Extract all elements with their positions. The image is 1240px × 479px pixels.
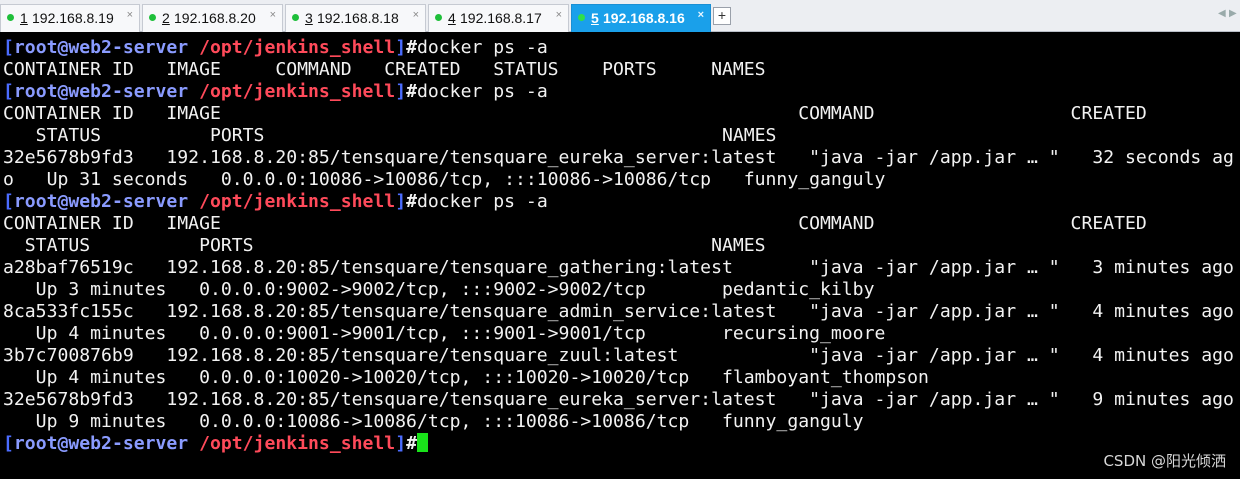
prompt-hash: #	[406, 191, 417, 212]
prompt-hash: #	[406, 37, 417, 58]
scroll-tabs-right-icon[interactable]: ▶	[1229, 8, 1237, 19]
session-tab-3[interactable]: 3 192.168.8.18 ×	[285, 4, 426, 32]
prompt-line: [root@web2-server /opt/jenkins_shell]#do…	[3, 191, 548, 213]
session-tab-4[interactable]: 4 192.168.8.17 ×	[428, 4, 569, 32]
tab-close-icon[interactable]: ×	[698, 2, 704, 28]
output-line: CONTAINER ID IMAGE COMMAND CREATED	[3, 103, 1147, 124]
prompt-user-host: root@web2-server	[13, 191, 189, 212]
prompt-bracket: [	[3, 191, 14, 212]
output-line: a28baf76519c 192.168.8.20:85/tensquare/t…	[3, 257, 1234, 278]
output-line: STATUS PORTS NAMES	[3, 125, 777, 146]
tab-number: 1	[20, 10, 28, 26]
command-text: docker ps -a	[417, 37, 548, 58]
command-text: docker ps -a	[417, 191, 548, 212]
output-line: Up 4 minutes 0.0.0.0:9001->9001/tcp, :::…	[3, 323, 886, 344]
tab-close-icon[interactable]: ×	[556, 2, 562, 28]
tab-host-label: 192.168.8.16	[603, 10, 685, 26]
prompt-user-host: root@web2-server	[13, 81, 189, 102]
prompt-line: [root@web2-server /opt/jenkins_shell]#do…	[3, 37, 548, 59]
tab-host-label: 192.168.8.17	[460, 10, 542, 26]
terminal-output[interactable]: [root@web2-server /opt/jenkins_shell]#do…	[3, 37, 1240, 479]
session-tab-5-active[interactable]: 5 192.168.8.16 ×	[571, 4, 711, 32]
tab-host-label: 192.168.8.19	[32, 10, 114, 26]
session-tab-2[interactable]: 2 192.168.8.20 ×	[142, 4, 283, 32]
prompt-line-current: [root@web2-server /opt/jenkins_shell]#	[3, 433, 428, 455]
prompt-path: /opt/jenkins_shell	[188, 81, 396, 102]
terminal-cursor[interactable]	[417, 433, 428, 452]
prompt-path: /opt/jenkins_shell	[188, 37, 396, 58]
connected-status-icon	[292, 14, 299, 21]
command-text: docker ps -a	[417, 81, 548, 102]
prompt-path: /opt/jenkins_shell	[188, 191, 396, 212]
prompt-line: [root@web2-server /opt/jenkins_shell]#do…	[3, 81, 548, 103]
session-tab-1[interactable]: 1 192.168.8.19 ×	[0, 4, 140, 32]
prompt-path: /opt/jenkins_shell	[188, 433, 396, 454]
tab-host-label: 192.168.8.20	[174, 10, 256, 26]
connected-status-icon	[149, 14, 156, 21]
output-line: Up 3 minutes 0.0.0.0:9002->9002/tcp, :::…	[3, 279, 875, 300]
tab-number: 5	[591, 10, 599, 26]
prompt-hash: #	[406, 81, 417, 102]
tab-host-label: 192.168.8.18	[317, 10, 399, 26]
prompt-bracket: ]	[395, 37, 407, 58]
output-line: 32e5678b9fd3 192.168.8.20:85/tensquare/t…	[3, 389, 1234, 410]
output-line: 32e5678b9fd3 192.168.8.20:85/tensquare/t…	[3, 147, 1234, 168]
prompt-bracket: [	[3, 81, 14, 102]
tab-number: 4	[448, 10, 456, 26]
connected-status-icon	[435, 14, 442, 21]
scroll-tabs-left-icon[interactable]: ◀	[1218, 8, 1226, 19]
prompt-bracket: ]	[395, 81, 407, 102]
output-line: CONTAINER ID IMAGE COMMAND CREATED	[3, 213, 1147, 234]
connected-status-icon	[578, 14, 585, 21]
output-line: STATUS PORTS NAMES	[3, 235, 766, 256]
prompt-bracket: ]	[395, 191, 407, 212]
connected-status-icon	[7, 14, 14, 21]
tab-close-icon[interactable]: ×	[413, 2, 419, 28]
prompt-user-host: root@web2-server	[13, 37, 189, 58]
output-line: Up 4 minutes 0.0.0.0:10020->10020/tcp, :…	[3, 367, 929, 388]
new-tab-button[interactable]: +	[713, 7, 731, 25]
output-line: 8ca533fc155c 192.168.8.20:85/tensquare/t…	[3, 301, 1234, 322]
output-line: CONTAINER ID IMAGE COMMAND CREATED STATU…	[3, 59, 766, 80]
prompt-bracket: [	[3, 433, 14, 454]
tab-number: 3	[305, 10, 313, 26]
tab-number: 2	[162, 10, 170, 26]
prompt-hash: #	[406, 433, 417, 454]
output-line: 3b7c700876b9 192.168.8.20:85/tensquare/t…	[3, 345, 1234, 366]
output-line: Up 9 minutes 0.0.0.0:10086->10086/tcp, :…	[3, 411, 864, 432]
tab-close-icon[interactable]: ×	[127, 2, 133, 28]
watermark: CSDN @阳光倾洒	[1103, 452, 1226, 470]
prompt-bracket: [	[3, 37, 14, 58]
prompt-user-host: root@web2-server	[13, 433, 189, 454]
prompt-bracket: ]	[395, 433, 407, 454]
session-tab-bar: 1 192.168.8.19 × 2 192.168.8.20 × 3 192.…	[0, 0, 1240, 32]
output-line: o Up 31 seconds 0.0.0.0:10086->10086/tcp…	[3, 169, 886, 190]
tab-close-icon[interactable]: ×	[270, 2, 276, 28]
